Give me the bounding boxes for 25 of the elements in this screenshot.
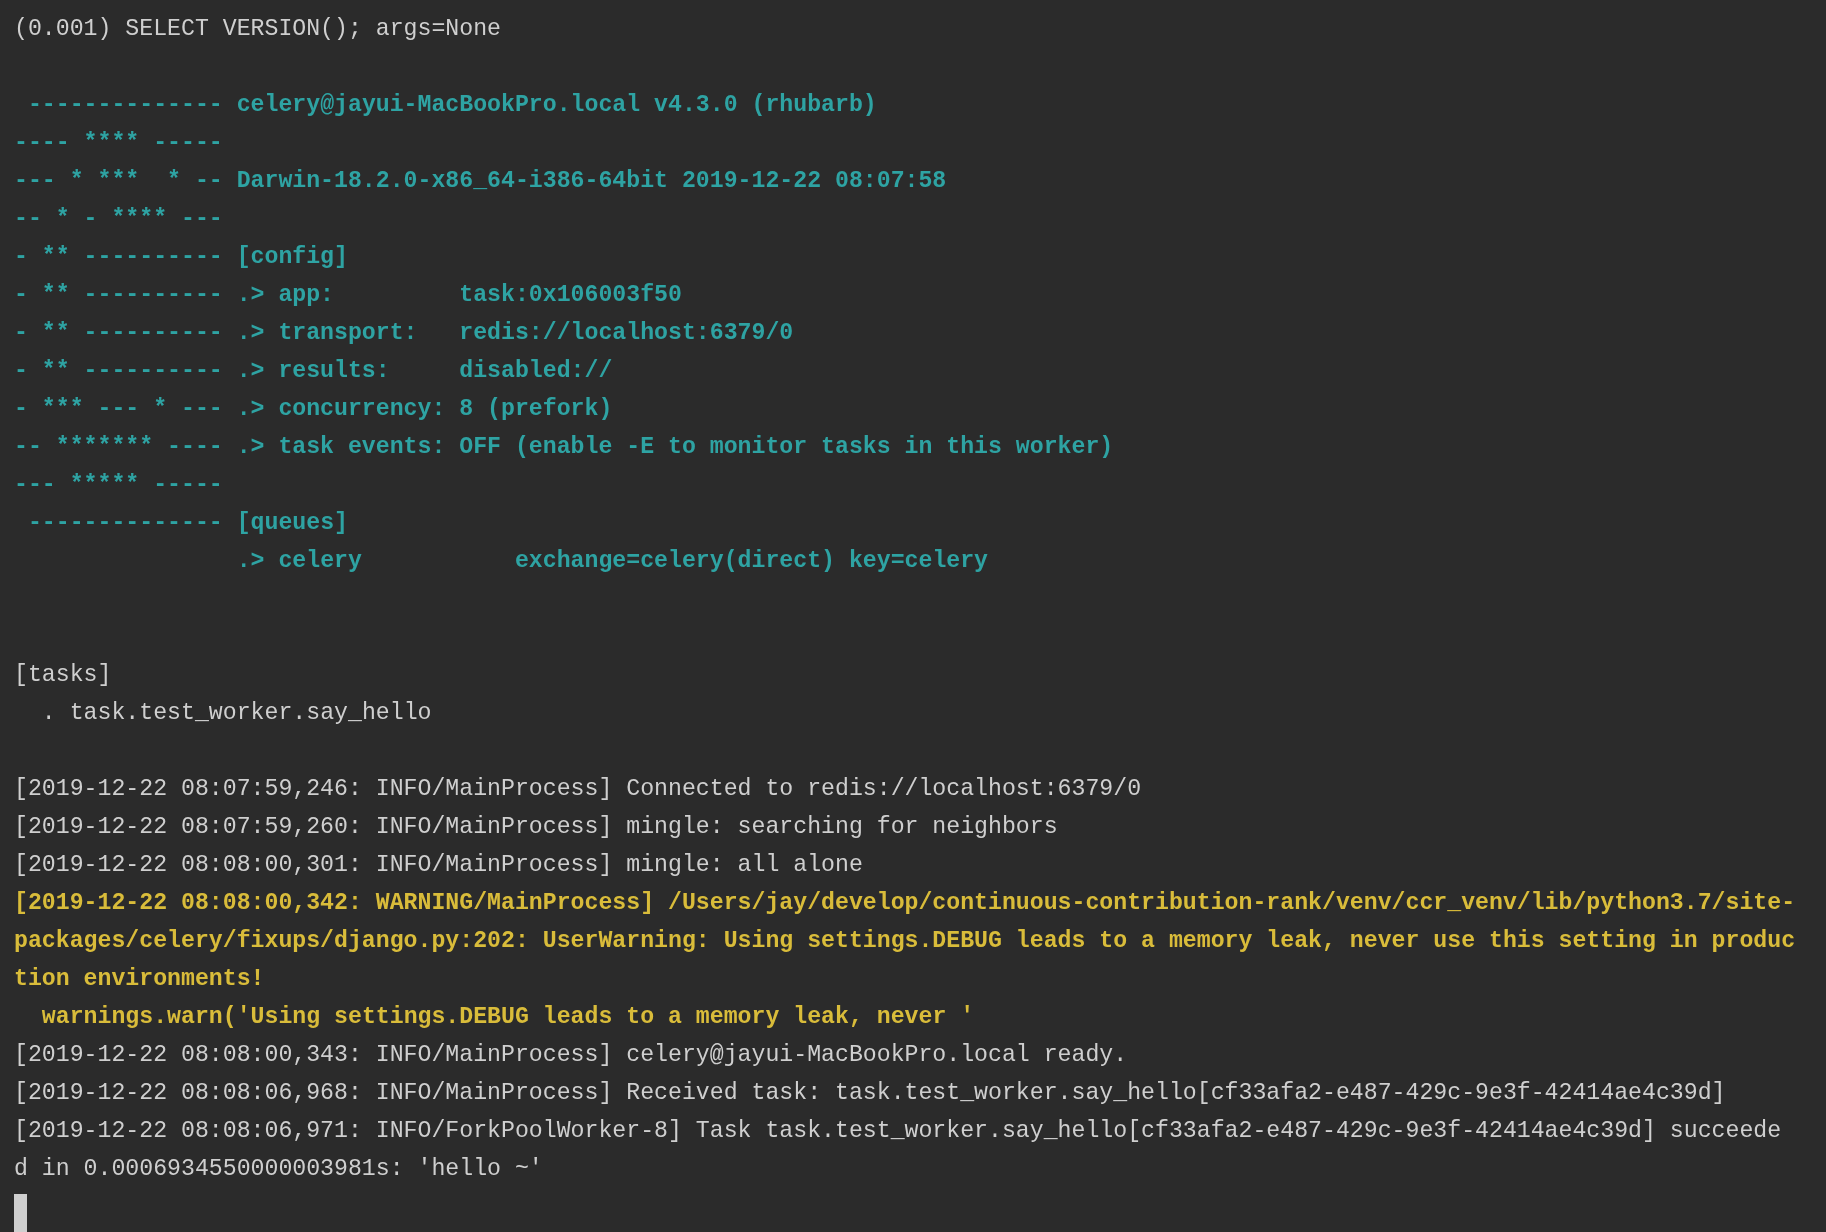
banner-line: - *** --- * --- .> concurrency: 8 (prefork) — [14, 395, 614, 424]
banner-line: - ** ---------- .> results: disabled:// — [14, 357, 614, 386]
banner-line: -- ******* ---- .> task events: OFF (enable -E to monitor tasks in this worker) — [14, 433, 1115, 462]
banner-line: --- * *** * -- Darwin-18.2.0-x86_64-i386-64bit 2019-12-22 08:07:58 — [14, 167, 948, 196]
banner-line: - ** ---------- [config] — [14, 243, 349, 272]
warning-line: warnings.warn('Using settings.DEBUG leads to a memory leak, never ' — [40, 1003, 976, 1032]
banner-line: ---- **** ----- — [14, 129, 224, 158]
output-line: . task.test_worker.say_hello — [40, 699, 433, 728]
output-line: [2019-12-22 08:08:00,301: INFO/MainProcess] mingle: all alone — [14, 851, 864, 880]
output-line: [tasks] — [14, 661, 113, 690]
output-line: [2019-12-22 08:08:06,971: INFO/ForkPoolWorker-8] Task task.test_worker.say_hello[cf33afa2-e487-429c-9e3f-42414ae4c39d] succeeded in 0.0006934550000003981s: 'hello ~' — [14, 1117, 1783, 1184]
output-line: (0.001) SELECT VERSION(); args=None — [14, 15, 503, 44]
banner-line: - ** ---------- .> app: task:0x106003f50 — [14, 281, 683, 310]
cursor — [14, 1194, 27, 1232]
banner-line: .> celery exchange=celery(direct) key=celery — [235, 547, 990, 576]
banner-line: -------------- [queues] — [26, 509, 349, 538]
output-line: [2019-12-22 08:08:06,968: INFO/MainProcess] Received task: task.test_worker.say_hello[cf33afa2-e487-429c-9e3f-42414ae4c39d] — [14, 1079, 1727, 1108]
output-line: [2019-12-22 08:07:59,246: INFO/MainProcess] Connected to redis://localhost:6379/0 — [14, 775, 1143, 804]
banner-line: -- * - **** --- — [14, 205, 224, 234]
banner-line: --- ***** ----- — [14, 471, 224, 500]
output-line: [2019-12-22 08:07:59,260: INFO/MainProcess] mingle: searching for neighbors — [14, 813, 1059, 842]
output-line: [2019-12-22 08:08:00,343: INFO/MainProcess] celery@jayui-MacBookPro.local ready. — [14, 1041, 1129, 1070]
warning-line: [2019-12-22 08:08:00,342: WARNING/MainProcess] /Users/jay/develop/continuous-contribution-rank/venv/ccr_venv/lib/python3.7/site-packages/celery/fixups/django.py:202: UserWarning: Using settings.DEBUG leads to a memory leak, never use this setting in production environments! — [14, 889, 1796, 994]
banner-line: -------------- celery@jayui-MacBookPro.local v4.3.0 (rhubarb) — [26, 91, 878, 120]
banner-line: - ** ---------- .> transport: redis://localhost:6379/0 — [14, 319, 795, 348]
